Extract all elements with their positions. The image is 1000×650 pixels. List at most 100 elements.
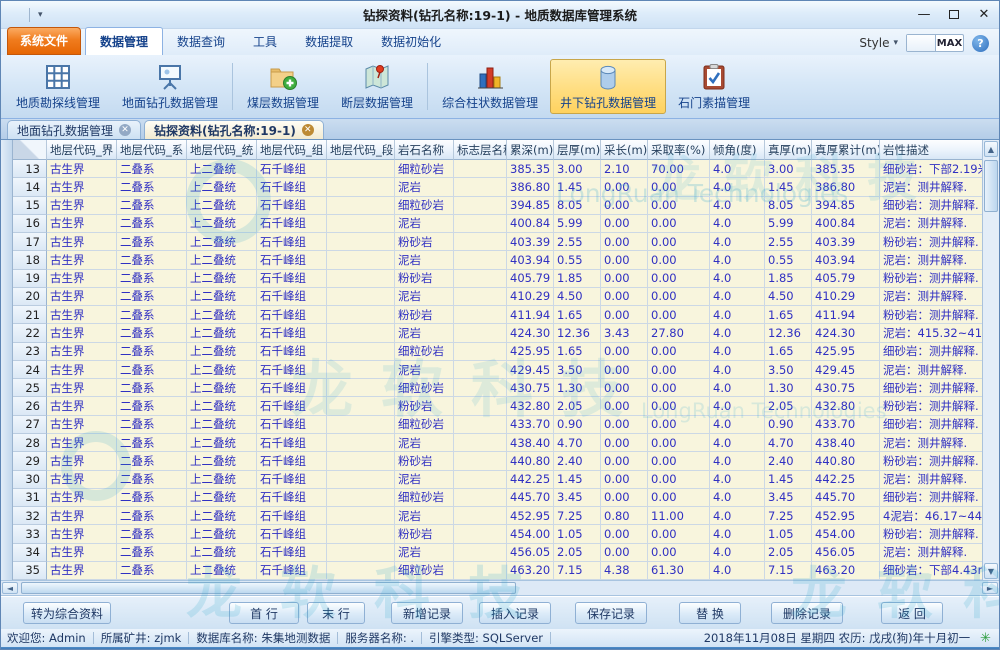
- grid-cell[interactable]: 二叠系: [117, 270, 187, 288]
- grid-cell[interactable]: 古生界: [47, 544, 117, 562]
- grid-cell[interactable]: 0.00: [648, 471, 710, 489]
- grid-cell[interactable]: 石千峰组: [257, 507, 327, 525]
- grid-cell[interactable]: 古生界: [47, 434, 117, 452]
- grid-cell[interactable]: 古生界: [47, 288, 117, 306]
- row-number-cell[interactable]: 25: [13, 379, 47, 397]
- grid-cell[interactable]: 440.80: [812, 452, 880, 470]
- grid-cell[interactable]: [454, 233, 507, 251]
- grid-cell[interactable]: [327, 160, 395, 178]
- grid-cell[interactable]: 0.55: [554, 251, 601, 269]
- grid-cell[interactable]: 上二叠统: [187, 452, 257, 470]
- grid-cell[interactable]: 古生界: [47, 251, 117, 269]
- row-number-cell[interactable]: 19: [13, 270, 47, 288]
- table-row[interactable]: 25古生界二叠系上二叠统石千峰组细粒砂岩430.751.300.000.004.…: [13, 379, 982, 397]
- grid-cell[interactable]: [327, 452, 395, 470]
- row-number-cell[interactable]: 26: [13, 397, 47, 415]
- grid-cell[interactable]: 3.43: [601, 324, 648, 342]
- grid-cell[interactable]: 泥岩: [395, 215, 454, 233]
- grid-cell[interactable]: 411.94: [812, 306, 880, 324]
- grid-cell[interactable]: 上二叠统: [187, 215, 257, 233]
- grid-cell[interactable]: 石千峰组: [257, 361, 327, 379]
- row-number-cell[interactable]: 24: [13, 361, 47, 379]
- grid-cell[interactable]: 456.05: [812, 544, 880, 562]
- grid-cell[interactable]: 泥岩：测井解释.: [880, 288, 982, 306]
- table-row[interactable]: 28古生界二叠系上二叠统石千峰组泥岩438.404.700.000.004.04…: [13, 434, 982, 452]
- grid-cell[interactable]: [327, 324, 395, 342]
- grid-cell[interactable]: 0.00: [648, 361, 710, 379]
- grid-cell[interactable]: 泥岩: [395, 288, 454, 306]
- grid-cell[interactable]: 古生界: [47, 489, 117, 507]
- grid-cell[interactable]: 细砂岩：测井解释.: [880, 197, 982, 215]
- grid-cell[interactable]: 7.15: [765, 562, 812, 580]
- grid-cell[interactable]: 4.0: [710, 233, 765, 251]
- grid-cell[interactable]: 细粒砂岩: [395, 489, 454, 507]
- grid-cell[interactable]: 上二叠统: [187, 160, 257, 178]
- grid-cell[interactable]: 430.75: [812, 379, 880, 397]
- row-number-cell[interactable]: 30: [13, 471, 47, 489]
- grid-cell[interactable]: 上二叠统: [187, 434, 257, 452]
- grid-cell[interactable]: 上二叠统: [187, 288, 257, 306]
- grid-cell[interactable]: 4.38: [601, 562, 648, 580]
- grid-cell[interactable]: 0.00: [648, 270, 710, 288]
- grid-cell[interactable]: 上二叠统: [187, 379, 257, 397]
- grid-cell[interactable]: 403.39: [507, 233, 554, 251]
- grid-cell[interactable]: 上二叠统: [187, 416, 257, 434]
- vertical-scrollbar[interactable]: ▲ ▼: [982, 140, 999, 580]
- grid-cell[interactable]: [327, 525, 395, 543]
- menu-tab-1[interactable]: 数据查询: [163, 28, 239, 55]
- grid-cell[interactable]: 二叠系: [117, 416, 187, 434]
- footer-button-8[interactable]: 返 回: [881, 602, 943, 624]
- grid-cell[interactable]: 石千峰组: [257, 233, 327, 251]
- grid-cell[interactable]: 463.20: [812, 562, 880, 580]
- table-row[interactable]: 24古生界二叠系上二叠统石千峰组泥岩429.453.500.000.004.03…: [13, 361, 982, 379]
- grid-cell[interactable]: 石千峰组: [257, 471, 327, 489]
- grid-cell[interactable]: 445.70: [812, 489, 880, 507]
- grid-cell[interactable]: 泥岩：415.32~418.: [880, 324, 982, 342]
- grid-cell[interactable]: 424.30: [812, 324, 880, 342]
- grid-cell[interactable]: [327, 270, 395, 288]
- grid-cell[interactable]: 2.10: [601, 160, 648, 178]
- grid-cell[interactable]: 石千峰组: [257, 215, 327, 233]
- grid-cell[interactable]: [454, 489, 507, 507]
- grid-cell[interactable]: 1.65: [765, 343, 812, 361]
- grid-cell[interactable]: 4.0: [710, 525, 765, 543]
- grid-cell[interactable]: [327, 397, 395, 415]
- grid-cell[interactable]: 石千峰组: [257, 324, 327, 342]
- grid-cell[interactable]: [327, 562, 395, 580]
- footer-button-3[interactable]: 新增记录: [391, 602, 463, 624]
- grid-cell[interactable]: 4.0: [710, 215, 765, 233]
- table-row[interactable]: 30古生界二叠系上二叠统石千峰组泥岩442.251.450.000.004.01…: [13, 471, 982, 489]
- minimize-button[interactable]: —: [909, 4, 939, 26]
- grid-cell[interactable]: 1.45: [765, 178, 812, 196]
- grid-cell[interactable]: 二叠系: [117, 452, 187, 470]
- grid-cell[interactable]: 1.45: [765, 471, 812, 489]
- row-number-cell[interactable]: 34: [13, 544, 47, 562]
- grid-cell[interactable]: 403.39: [812, 233, 880, 251]
- grid-cell[interactable]: [454, 416, 507, 434]
- grid-cell[interactable]: 细粒砂岩: [395, 416, 454, 434]
- grid-cell[interactable]: [454, 379, 507, 397]
- grid-cell[interactable]: 0.00: [648, 306, 710, 324]
- grid-cell[interactable]: 上二叠统: [187, 489, 257, 507]
- footer-button-2[interactable]: 末 行: [307, 602, 365, 624]
- file-menu-button[interactable]: 系统文件: [7, 27, 81, 55]
- close-button[interactable]: ✕: [969, 4, 999, 26]
- grid-cell[interactable]: 0.00: [648, 215, 710, 233]
- ribbon-button-6[interactable]: 石门素描管理: [668, 59, 760, 114]
- grid-cell[interactable]: 440.80: [507, 452, 554, 470]
- grid-cell[interactable]: 泥岩: [395, 434, 454, 452]
- grid-cell[interactable]: [327, 288, 395, 306]
- grid-cell[interactable]: 粉砂岩: [395, 306, 454, 324]
- grid-cell[interactable]: 454.00: [812, 525, 880, 543]
- grid-cell[interactable]: 古生界: [47, 343, 117, 361]
- grid-header-cell-14[interactable]: 岩性描述: [880, 140, 982, 160]
- grid-cell[interactable]: 石千峰组: [257, 197, 327, 215]
- grid-cell[interactable]: [454, 507, 507, 525]
- grid-header-cell-0[interactable]: 地层代码_界: [47, 140, 117, 160]
- grid-cell[interactable]: 石千峰组: [257, 562, 327, 580]
- grid-cell[interactable]: 4.0: [710, 452, 765, 470]
- grid-cell[interactable]: 二叠系: [117, 306, 187, 324]
- grid-cell[interactable]: 古生界: [47, 379, 117, 397]
- vertical-scroll-thumb[interactable]: [984, 160, 998, 212]
- row-number-cell[interactable]: 21: [13, 306, 47, 324]
